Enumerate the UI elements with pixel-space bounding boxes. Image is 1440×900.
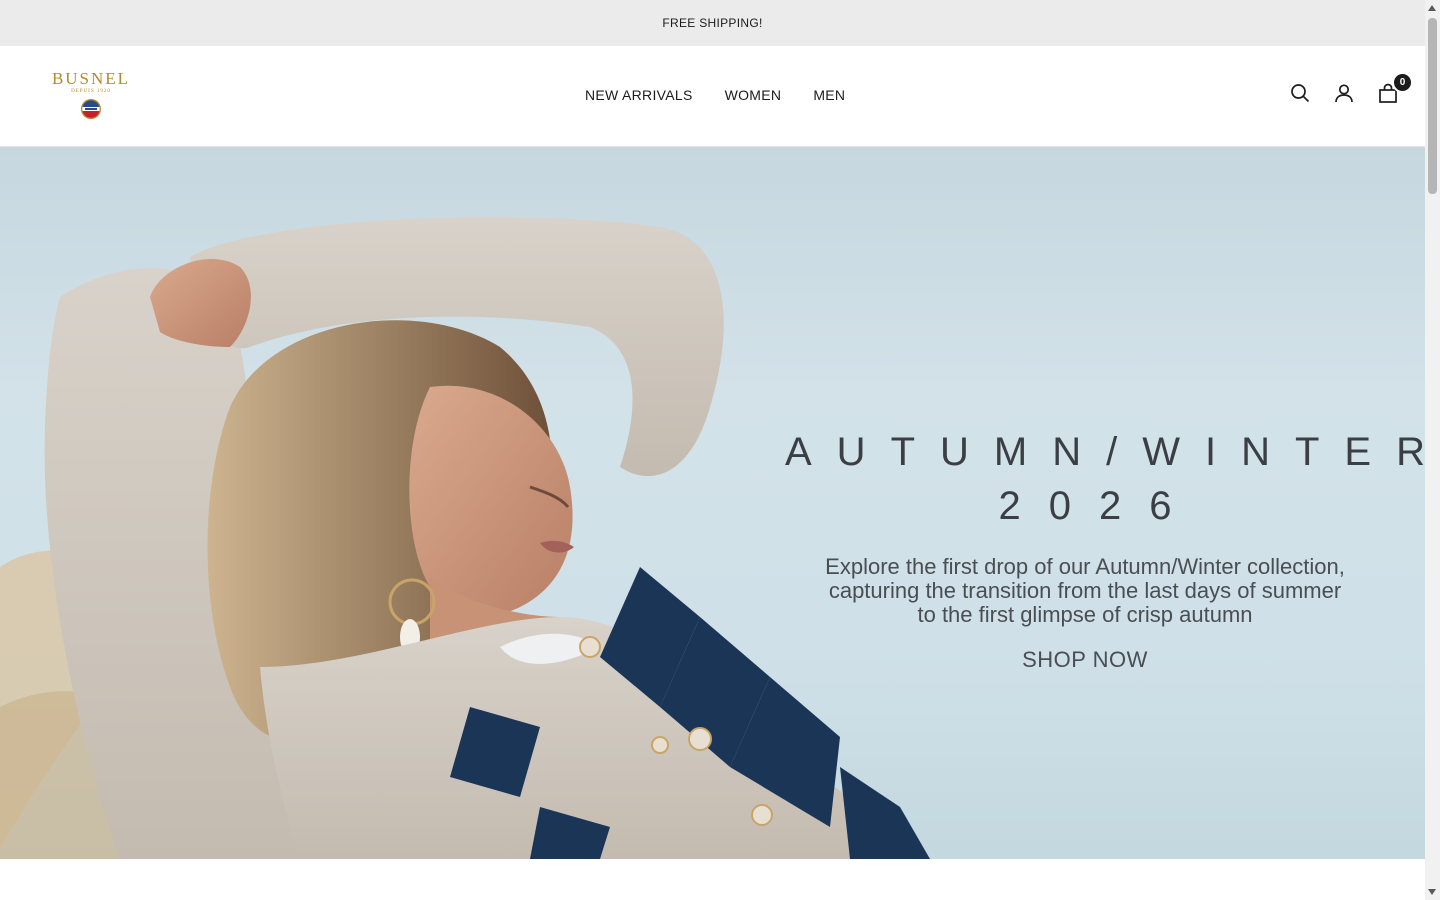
cart-count-badge: 0 (1392, 72, 1413, 93)
page: FREE SHIPPING! BUSNEL DEPUIS 1920 NEW AR… (0, 0, 1440, 900)
hero-description-line: Explore the first drop of our Autumn/Win… (825, 554, 1345, 579)
nav-men[interactable]: MEN (813, 87, 845, 103)
account-icon[interactable] (1333, 82, 1355, 104)
scrollbar-thumb[interactable] (1428, 18, 1437, 194)
search-icon[interactable] (1289, 82, 1311, 104)
logo-badge-icon (81, 99, 101, 119)
hero-banner[interactable]: AUTUMN/WINTER 2026 Explore the first dro… (0, 147, 1425, 859)
site-header: BUSNEL DEPUIS 1920 NEW ARRIVALS WOMEN ME… (0, 46, 1425, 147)
scroll-up-arrow-icon[interactable] (1428, 5, 1436, 11)
scroll-down-arrow-icon[interactable] (1428, 889, 1436, 895)
hero-year: 2026 (998, 484, 1200, 528)
nav-women[interactable]: WOMEN (725, 87, 782, 103)
announcement-bar: FREE SHIPPING! (0, 0, 1425, 46)
logo-tagline: DEPUIS 1920 (71, 89, 111, 94)
hero-description: Explore the first drop of our Autumn/Win… (760, 555, 1410, 627)
hero-copy: AUTUMN/WINTER 2026 Explore the first dro… (760, 425, 1425, 673)
nav-new-arrivals[interactable]: NEW ARRIVALS (585, 87, 693, 103)
hero-title: AUTUMN/WINTER (785, 430, 1425, 474)
page-scrollbar[interactable] (1425, 0, 1440, 900)
header-actions: 0 (1289, 72, 1413, 104)
cart-button[interactable]: 0 (1377, 72, 1413, 104)
shop-now-link[interactable]: SHOP NOW (1022, 647, 1148, 673)
announcement-text: FREE SHIPPING! (662, 16, 763, 30)
hero-description-line: capturing the transition from the last d… (828, 578, 1342, 603)
hero-description-line: to the first glimpse of crisp autumn (917, 602, 1253, 627)
brand-logo[interactable]: BUSNEL DEPUIS 1920 (44, 70, 138, 128)
main-nav: NEW ARRIVALS WOMEN MEN (585, 87, 845, 103)
logo-wordmark: BUSNEL (51, 69, 131, 88)
